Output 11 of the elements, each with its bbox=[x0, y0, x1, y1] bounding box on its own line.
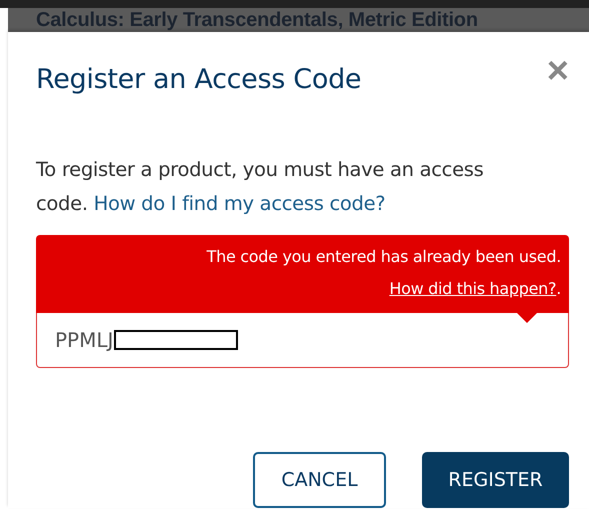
instruction-text: To register a product, you must have an access code. How do I find my access code? bbox=[36, 157, 485, 217]
register-button[interactable]: REGISTER bbox=[422, 452, 569, 508]
dialog-title: Register an Access Code bbox=[36, 64, 362, 95]
book-title: Calculus: Early Transcendentals, Metric Edition bbox=[36, 8, 479, 32]
cancel-button[interactable]: CANCEL bbox=[253, 452, 386, 508]
field-value: PPMLJ bbox=[55, 328, 114, 352]
error-message: The code you entered has already been used. How did this happen?. bbox=[206, 246, 561, 300]
help-link[interactable]: How do I find my access code? bbox=[94, 192, 386, 215]
code-field[interactable]: PPMLJ bbox=[36, 313, 569, 368]
explanation-link[interactable]: How did this happen? bbox=[389, 279, 556, 298]
close-button[interactable]: × bbox=[546, 56, 569, 86]
